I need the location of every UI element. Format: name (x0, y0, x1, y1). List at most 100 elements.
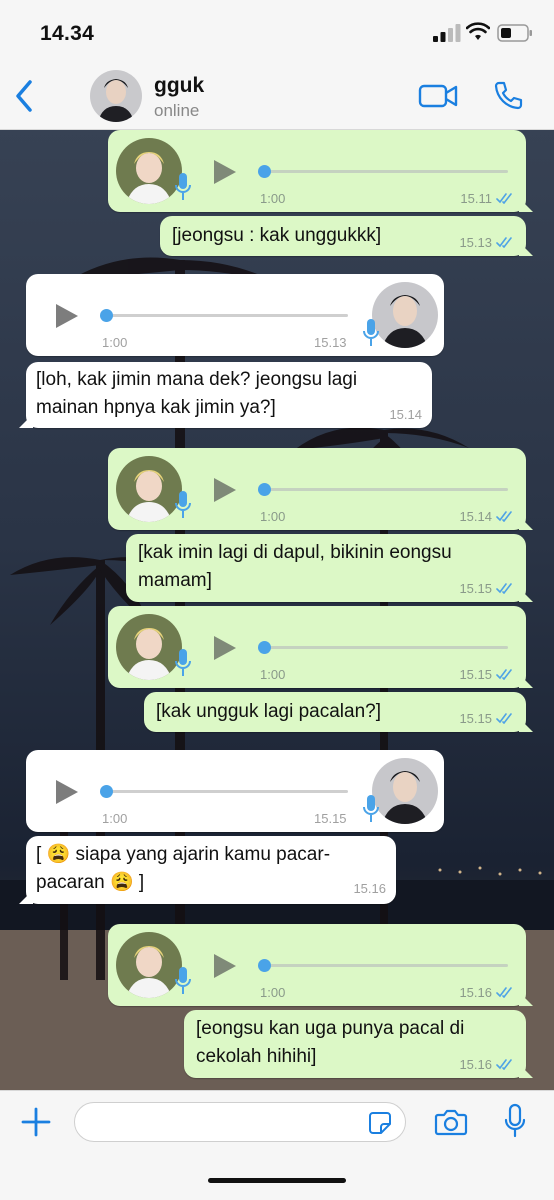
message-meta: 15.16 (459, 985, 514, 1000)
back-chevron-icon[interactable] (10, 76, 38, 116)
microphone-icon (363, 319, 379, 346)
read-ticks-icon (496, 583, 512, 594)
wifi-icon (466, 22, 490, 40)
message-text-line: [loh, kak jimin mana dek? jeongsu lagi (36, 369, 358, 390)
voice-progress-dot[interactable] (258, 959, 271, 972)
text-message-outgoing: [jeongsu : kak unggukkk] 15.13 (160, 216, 526, 256)
microphone-icon (175, 491, 191, 518)
message-time: 15.16 (459, 1057, 492, 1072)
contact-status: online (154, 101, 200, 120)
sender-avatar (116, 932, 182, 998)
message-text-line: pacaran 😩 ] (36, 872, 145, 893)
play-icon[interactable] (212, 952, 238, 980)
message-text-line: [kak imin lagi di dapul, bikinin eongsu (138, 542, 452, 563)
message-meta: 15.13 (459, 235, 514, 250)
message-time: 15.16 (459, 985, 492, 1000)
microphone-icon (175, 649, 191, 676)
message-meta: 15.16 (353, 881, 386, 896)
voice-progress-dot[interactable] (258, 483, 271, 496)
text-message-incoming: [loh, kak jimin mana dek? jeongsu lagi m… (26, 362, 432, 428)
plus-icon[interactable] (20, 1106, 52, 1138)
phone-icon[interactable] (492, 80, 524, 112)
message-meta: 15.13 (314, 335, 347, 350)
text-message-outgoing: [kak ungguk lagi pacalan?] 15.15 (144, 692, 526, 732)
message-text-line: cekolah hihihi] (196, 1046, 317, 1067)
contact-avatar[interactable] (90, 70, 142, 122)
message-time: 15.15 (459, 667, 492, 682)
status-bar: 14.34 (0, 0, 554, 62)
message-meta: 15.14 (389, 407, 422, 422)
message-time: 15.14 (389, 407, 422, 422)
battery-icon (497, 24, 532, 42)
microphone-icon (175, 967, 191, 994)
message-meta: 15.16 (459, 1057, 514, 1072)
contact-photo (90, 70, 142, 122)
sender-avatar (372, 758, 438, 824)
chat-header: gguk online (0, 62, 554, 130)
sender-avatar (372, 282, 438, 348)
sender-avatar (116, 456, 182, 522)
message-text-line: [ 😩 siapa yang ajarin kamu pacar- (36, 844, 331, 865)
voice-message-outgoing: 1:00 15.16 (108, 924, 526, 1006)
message-time: 15.15 (314, 811, 347, 826)
voice-progress-track[interactable] (108, 314, 348, 317)
signal-icon (433, 24, 461, 42)
voice-progress-dot[interactable] (258, 165, 271, 178)
message-text-line: [jeongsu : kak unggukkk] (172, 225, 382, 246)
play-icon[interactable] (54, 778, 80, 806)
status-time: 14.34 (40, 22, 95, 45)
message-time: 15.15 (459, 711, 492, 726)
message-meta: 15.15 (314, 811, 347, 826)
voice-progress-track[interactable] (262, 488, 508, 491)
message-text-line: mainan hpnya kak jimin ya?] (36, 397, 276, 418)
message-meta: 15.11 (460, 191, 514, 206)
read-ticks-icon (496, 713, 512, 724)
read-ticks-icon (496, 669, 512, 680)
video-call-icon[interactable] (418, 82, 458, 110)
message-time: 15.14 (459, 509, 492, 524)
voice-duration: 1:00 (102, 335, 128, 350)
voice-progress-dot[interactable] (100, 785, 113, 798)
camera-icon[interactable] (434, 1107, 468, 1137)
text-message-outgoing: [kak imin lagi di dapul, bikinin eongsu … (126, 534, 526, 602)
voice-duration: 1:00 (260, 509, 286, 524)
microphone-icon[interactable] (504, 1103, 526, 1139)
composer-bar (0, 1090, 554, 1200)
read-ticks-icon (496, 193, 512, 204)
microphone-icon (363, 795, 379, 822)
read-ticks-icon (496, 1059, 512, 1070)
voice-progress-track[interactable] (108, 790, 348, 793)
play-icon[interactable] (212, 158, 238, 186)
voice-progress-track[interactable] (262, 646, 508, 649)
read-ticks-icon (496, 237, 512, 248)
text-message-incoming: [ 😩 siapa yang ajarin kamu pacar- pacara… (26, 836, 396, 904)
read-ticks-icon (496, 511, 512, 522)
message-text-line: mamam] (138, 570, 212, 591)
message-time: 15.13 (314, 335, 347, 350)
voice-message-incoming: 1:00 15.13 (26, 274, 444, 356)
voice-progress-track[interactable] (262, 964, 508, 967)
play-icon[interactable] (212, 634, 238, 662)
voice-duration: 1:00 (102, 811, 128, 826)
message-time: 15.16 (353, 881, 386, 896)
message-input[interactable] (74, 1102, 406, 1142)
sender-avatar (116, 138, 182, 204)
voice-duration: 1:00 (260, 191, 286, 206)
voice-progress-track[interactable] (262, 170, 508, 173)
text-message-outgoing: [eongsu kan uga punya pacal di cekolah h… (184, 1010, 526, 1078)
voice-progress-dot[interactable] (258, 641, 271, 654)
message-text-line: [eongsu kan uga punya pacal di (196, 1018, 465, 1039)
voice-message-outgoing: 1:00 15.14 (108, 448, 526, 530)
play-icon[interactable] (54, 302, 80, 330)
voice-duration: 1:00 (260, 985, 286, 1000)
play-icon[interactable] (212, 476, 238, 504)
microphone-icon (175, 173, 191, 200)
message-meta: 15.15 (459, 667, 514, 682)
voice-message-outgoing: 1:00 15.11 (108, 130, 526, 212)
voice-message-incoming: 1:00 15.15 (26, 750, 444, 832)
message-text-line: [kak ungguk lagi pacalan?] (156, 701, 381, 722)
sticker-icon[interactable] (368, 1111, 392, 1135)
message-meta: 15.14 (459, 509, 514, 524)
voice-progress-dot[interactable] (100, 309, 113, 322)
message-meta: 15.15 (459, 581, 514, 596)
